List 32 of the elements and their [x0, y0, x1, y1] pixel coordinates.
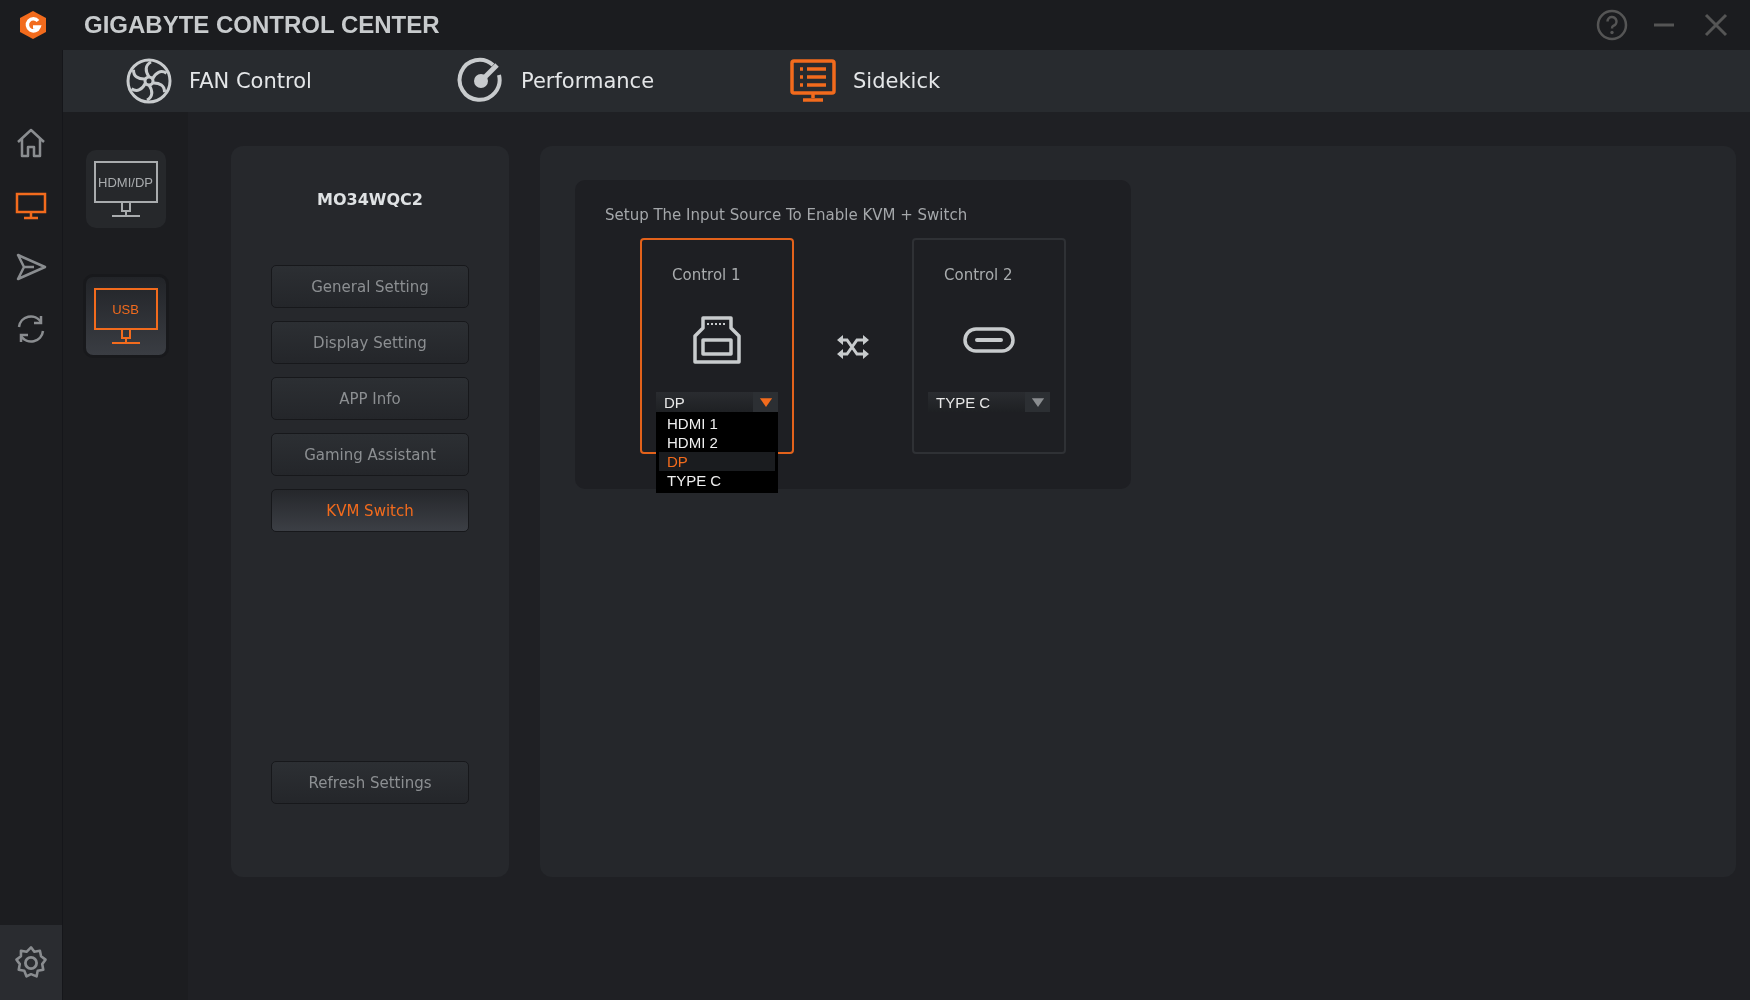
menu-button[interactable]: APP Info — [271, 377, 469, 420]
shuffle-icon[interactable] — [836, 334, 870, 360]
fan-icon — [125, 57, 173, 105]
instruction-text: Setup The Input Source To Enable KVM + Switch — [605, 206, 969, 224]
dropdown-option[interactable]: HDMI 2 — [659, 433, 775, 452]
menu-button[interactable]: KVM Switch — [271, 489, 469, 532]
nav-tab[interactable]: Performance — [457, 57, 789, 105]
usb-port-icon — [691, 316, 743, 364]
list-monitor-icon — [789, 57, 837, 105]
menu-button[interactable]: General Setting — [271, 265, 469, 308]
dropdown-option[interactable]: TYPE C — [659, 471, 775, 490]
control-title: Control 2 — [944, 266, 1013, 284]
usb-c-port-icon — [963, 327, 1015, 353]
device-button[interactable]: USB — [82, 274, 169, 358]
menu-button[interactable]: Display Setting — [271, 321, 469, 364]
input-source-dropdown[interactable]: DP — [656, 392, 778, 412]
window-title: GIGABYTE CONTROL CENTER — [84, 11, 440, 39]
caret-icon — [1030, 396, 1045, 408]
control-title: Control 1 — [672, 266, 741, 284]
menu-button[interactable]: Gaming Assistant — [271, 433, 469, 476]
refresh-button[interactable]: Refresh Settings — [271, 761, 469, 804]
gauge-icon — [457, 57, 505, 105]
nav-tab[interactable]: FAN Control — [125, 57, 457, 105]
nav-tab[interactable]: Sidekick — [789, 57, 1121, 105]
logo-icon — [18, 10, 48, 40]
device-button[interactable]: HDMI/DP — [85, 150, 166, 228]
dropdown-option[interactable]: DP — [659, 452, 775, 471]
dropdown-option[interactable]: HDMI 1 — [659, 414, 775, 433]
control-card[interactable]: Control 2 TYPE C — [912, 238, 1066, 454]
caret-icon — [758, 396, 773, 408]
input-source-dropdown[interactable]: TYPE C — [928, 392, 1050, 412]
model-name: MO34WQC2 — [317, 190, 423, 209]
